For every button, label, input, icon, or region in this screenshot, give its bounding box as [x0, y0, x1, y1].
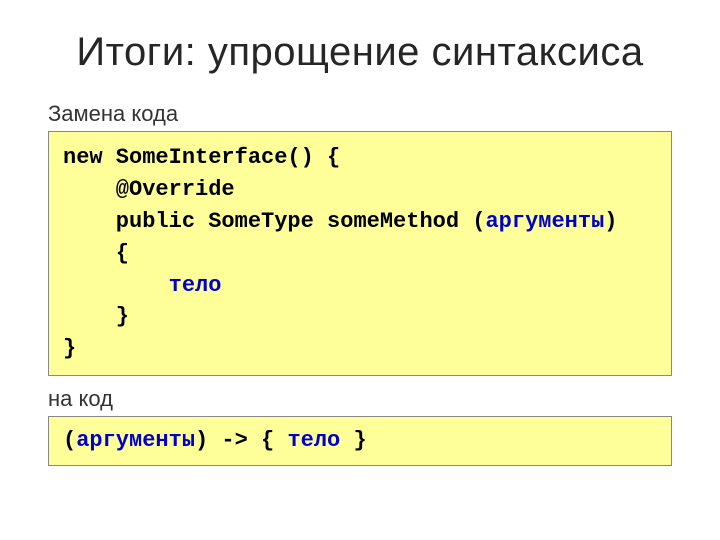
- code-line: }: [63, 304, 129, 329]
- code-token: ): [604, 209, 617, 234]
- code-line: {: [63, 241, 129, 266]
- code-line: }: [63, 336, 76, 361]
- code-after: (аргументы) -> { тело }: [48, 416, 672, 466]
- code-token-body: тело: [287, 428, 340, 453]
- code-token-args: аргументы: [485, 209, 604, 234]
- code-indent: [63, 273, 169, 298]
- label-after: на код: [48, 386, 672, 412]
- code-before: new SomeInterface() { @Override public S…: [48, 131, 672, 376]
- code-line: new SomeInterface() {: [63, 145, 340, 170]
- code-token-args: аргументы: [76, 428, 195, 453]
- code-line: @Override: [63, 177, 235, 202]
- slide-title: Итоги: упрощение синтаксиса: [48, 30, 672, 75]
- code-token: }: [340, 428, 366, 453]
- code-token: ) -> {: [195, 428, 287, 453]
- slide: Итоги: упрощение синтаксиса Замена кода …: [0, 0, 720, 540]
- label-before: Замена кода: [48, 101, 672, 127]
- code-token-body: тело: [169, 273, 222, 298]
- code-line: public SomeType someMethod (: [63, 209, 485, 234]
- code-token: (: [63, 428, 76, 453]
